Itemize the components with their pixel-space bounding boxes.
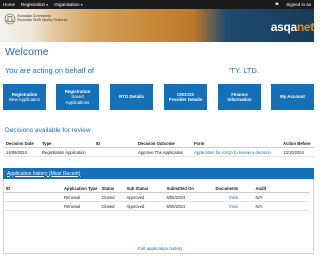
page-title: Welcome xyxy=(5,46,49,58)
chevron-down-icon: ▾ xyxy=(46,3,49,7)
tile-my-account[interactable]: My Account xyxy=(271,84,314,110)
view-documents-link[interactable]: View xyxy=(213,192,254,202)
col-status: Status xyxy=(99,184,125,193)
logo-main: asqa xyxy=(270,20,297,34)
cell-status: Closed xyxy=(99,192,125,202)
topnav-right: ⚑ Signed in as xyxy=(271,2,314,8)
col-type: Type xyxy=(40,139,94,148)
col-sub-status: Sub Status xyxy=(124,184,165,193)
col-submitted-on: Submitted On xyxy=(164,184,214,193)
cell-action-before: 13/10/2024 xyxy=(281,147,314,157)
gov-line-2: Australian Skills Quality Authority xyxy=(17,18,68,23)
organisation-name: 'TY. LTD. xyxy=(229,66,259,75)
tile-rto-details[interactable]: RTO Details xyxy=(110,84,153,110)
cell-decision-date: 14/09/2024 xyxy=(4,147,40,157)
tile-finance-information[interactable]: Finance Information xyxy=(218,84,261,110)
logo-accent: net xyxy=(296,20,314,34)
table-header-row: ID Application Type Status Sub Status Su… xyxy=(4,184,309,193)
cell-application-type: Renewal xyxy=(62,192,100,202)
table-row: 14/09/2024 Registration Application Appr… xyxy=(4,147,314,157)
tile-sublabel: New Application xyxy=(8,97,41,102)
cell-sub-status: Approved xyxy=(124,201,165,211)
col-application-type: Application Type xyxy=(62,184,100,193)
application-history-link[interactable]: Application history (Most Recent) xyxy=(7,171,80,177)
cell-submitted-on: 6/06/2024 xyxy=(164,201,214,211)
col-audit: Audit xyxy=(253,184,309,193)
nav-registration[interactable]: Registration ▾ xyxy=(18,2,51,7)
asqanet-logo: asqanet xyxy=(271,20,314,34)
tile-sublabel: Provider Details xyxy=(168,97,203,102)
acting-on-behalf: You are acting on behalf of 'TY. LTD. xyxy=(5,66,259,75)
cell-id xyxy=(4,192,62,202)
nav-home[interactable]: Home xyxy=(0,2,18,7)
review-form-link[interactable]: Application for ASQA to review a decisio… xyxy=(192,147,281,157)
cell-sub-status: Approved xyxy=(124,192,165,202)
nav-organisation[interactable]: Organisation ▾ xyxy=(51,2,86,7)
cell-id xyxy=(4,201,62,211)
col-decision-outcome: Decision Outcome xyxy=(136,139,192,148)
coat-of-arms-icon xyxy=(4,13,16,25)
table-row: Renewal Closed Approved 6/06/2024 View N… xyxy=(4,201,309,211)
tile-label: My Account xyxy=(280,94,305,100)
col-id: ID xyxy=(4,184,62,193)
cell-decision-outcome: Approve The Application xyxy=(136,147,192,157)
col-documents: Documents xyxy=(213,184,254,193)
view-documents-link[interactable]: View xyxy=(213,201,254,211)
cell-id xyxy=(94,147,136,157)
flag-icon[interactable]: ⚑ xyxy=(271,2,283,8)
tile-saved-applications[interactable]: Registration Saved Applications xyxy=(56,84,99,110)
cell-type: Registration Application xyxy=(40,147,94,157)
table-header-row: Decision Date Type ID Decision Outcome F… xyxy=(4,139,314,148)
col-form: Form xyxy=(192,139,281,148)
table-row: Renewal Closed Approved 6/06/2024 View N… xyxy=(4,192,309,202)
cell-submitted-on: 6/06/2024 xyxy=(164,192,214,202)
col-decision-date: Decision Date xyxy=(4,139,40,148)
decisions-table: Decision Date Type ID Decision Outcome F… xyxy=(4,139,314,157)
tile-label: RTO Details xyxy=(119,94,144,100)
tile-sublabel: Information xyxy=(227,97,252,102)
signed-in-label[interactable]: Signed in as xyxy=(283,2,314,7)
cell-audit: N/A xyxy=(253,192,309,202)
top-navigation-bar: Home Registration ▾ Organisation ▾ ⚑ Sig… xyxy=(0,0,314,9)
tile-new-application[interactable]: Registration New Application xyxy=(3,84,46,110)
cell-status: Closed xyxy=(99,201,125,211)
cell-audit: N/A xyxy=(253,201,309,211)
tile-cricos-details[interactable]: CRICOS Provider Details xyxy=(164,84,207,110)
nav-organisation-label: Organisation xyxy=(54,2,80,7)
application-history-header: Application history (Most Recent) xyxy=(3,168,314,179)
tile-sublabel-2: Applications xyxy=(65,99,90,105)
decisions-heading: Decisions available for review xyxy=(5,127,91,134)
full-application-history-link[interactable]: Full application history xyxy=(138,246,183,251)
cell-application-type: Renewal xyxy=(62,201,100,211)
government-logo-text: Australian Government Australian Skills … xyxy=(17,14,67,22)
col-id: ID xyxy=(94,139,136,148)
application-history-table: ID Application Type Status Sub Status Su… xyxy=(4,184,309,211)
acting-prefix: You are acting on behalf of xyxy=(5,66,94,75)
chevron-down-icon: ▾ xyxy=(80,3,83,7)
col-action-before: Action Before xyxy=(281,139,314,148)
nav-registration-label: Registration xyxy=(21,2,46,7)
header-banner: Australian Government Australian Skills … xyxy=(0,9,314,42)
quick-links: Registration New Application Registratio… xyxy=(3,84,317,110)
